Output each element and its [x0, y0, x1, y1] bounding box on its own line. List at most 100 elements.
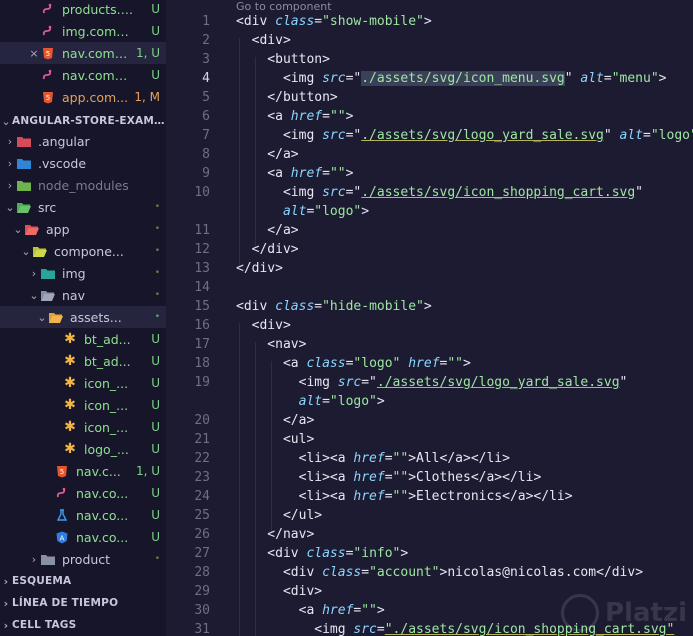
- code-token: >: [408, 489, 417, 504]
- code-line[interactable]: 8 </a>: [166, 145, 693, 164]
- code-line[interactable]: 20 </a>: [166, 411, 693, 430]
- git-status-badge: U: [151, 2, 160, 16]
- code-token: <button>: [236, 52, 330, 67]
- line-number: 20: [194, 413, 210, 428]
- code-text: <div class="show-mobile">: [236, 12, 432, 31]
- explorer-item[interactable]: ⌄ assets... •: [0, 306, 166, 328]
- code-line[interactable]: 21 <ul>: [166, 430, 693, 449]
- code-token: </a>: [236, 223, 299, 238]
- explorer-item[interactable]: × 5 nav.comp... 1, U: [0, 42, 166, 64]
- code-line[interactable]: 12 </div>: [166, 240, 693, 259]
- code-line[interactable]: alt="logo">: [166, 392, 693, 411]
- code-text: <div>: [236, 31, 291, 50]
- code-line[interactable]: 9 <a href="">: [166, 164, 693, 183]
- code-line[interactable]: 27 <div class="info">: [166, 544, 693, 563]
- explorer-item[interactable]: ⌄ nav •: [0, 284, 166, 306]
- section-timeline-label: LÍNEA DE TIEMPO: [12, 597, 119, 609]
- code-line[interactable]: 7 <img src="./assets/svg/logo_yard_sale.…: [166, 126, 693, 145]
- code-line[interactable]: 6 <a href="">: [166, 107, 693, 126]
- explorer-item[interactable]: › .angular: [0, 130, 166, 152]
- code-token: href: [322, 603, 354, 618]
- explorer-item[interactable]: ✱ bt_ad... U: [0, 328, 166, 350]
- code-text: <a href="">: [236, 601, 385, 620]
- code-line[interactable]: 4 <img src="./assets/svg/icon_menu.svg" …: [166, 69, 693, 88]
- code-line[interactable]: 23 <li><a href="">Clothes</a></li>: [166, 468, 693, 487]
- project-header[interactable]: ⌄ ANGULAR-STORE-EXAMPLE: [0, 110, 166, 132]
- code-token: </nav>: [236, 527, 315, 542]
- code-token: "info": [353, 546, 401, 561]
- code-line[interactable]: 5 </button>: [166, 88, 693, 107]
- line-number: 14: [194, 280, 210, 295]
- explorer-item[interactable]: ⌄ app •: [0, 218, 166, 240]
- explorer-item[interactable]: 5 app.com... 1, M: [0, 86, 166, 108]
- angular-file-icon: [40, 2, 56, 16]
- folder-vscode-icon: [16, 156, 32, 170]
- explorer-item[interactable]: › node_modules: [0, 174, 166, 196]
- code-line[interactable]: 18 <a class="logo" href="">: [166, 354, 693, 373]
- explorer-item[interactable]: ⌄ compone... •: [0, 240, 166, 262]
- code-line[interactable]: alt="logo">: [166, 202, 693, 221]
- code-line[interactable]: 25 </ul>: [166, 506, 693, 525]
- explorer-item-label: assets...: [70, 309, 122, 325]
- code-token: =: [384, 470, 393, 485]
- code-line[interactable]: 17 <nav>: [166, 335, 693, 354]
- explorer-item[interactable]: ✱ icon_... U: [0, 394, 166, 416]
- explorer-item-label: nav.compo...: [62, 67, 134, 83]
- explorer-item[interactable]: nav.compo... U: [0, 64, 166, 86]
- code-token: </ul>: [236, 508, 323, 523]
- code-line[interactable]: 28 <div class="account">nicolas@nicolas.…: [166, 563, 693, 582]
- section-outline[interactable]: › ESQUEMA: [0, 570, 166, 592]
- section-cell-tags[interactable]: › CELL TAGS: [0, 614, 166, 636]
- section-timeline[interactable]: › LÍNEA DE TIEMPO: [0, 592, 166, 614]
- explorer-item[interactable]: ✱ icon_... U: [0, 416, 166, 438]
- git-status-badge: •: [154, 202, 160, 212]
- explorer-item[interactable]: › product •: [0, 548, 166, 570]
- git-status-badge: U: [151, 442, 160, 456]
- line-number: 29: [194, 584, 210, 599]
- chevron-right-icon: ›: [31, 266, 37, 280]
- code-line[interactable]: 24 <li><a href="">Electronics</a></li>: [166, 487, 693, 506]
- explorer-item[interactable]: Anav.co... U: [0, 526, 166, 548]
- code-text: </a>: [236, 221, 299, 240]
- code-token: href: [408, 356, 440, 371]
- git-status-badge: U: [151, 508, 160, 522]
- code-text: </a>: [236, 411, 314, 430]
- explorer-item[interactable]: img.compo... U: [0, 20, 166, 42]
- explorer-item[interactable]: nav.co... U: [0, 504, 166, 526]
- explorer-item[interactable]: nav.co... U: [0, 482, 166, 504]
- code-text: alt="logo">: [236, 202, 369, 221]
- code-line[interactable]: 11 </a>: [166, 221, 693, 240]
- code-token: Electronics: [416, 489, 503, 504]
- code-text: <li><a href="">All</a></li>: [236, 449, 510, 468]
- code-line[interactable]: 15 <div class="hide-mobile">: [166, 297, 693, 316]
- explorer-item[interactable]: ✱ icon_... U: [0, 372, 166, 394]
- explorer-item[interactable]: products.c... U: [0, 0, 166, 20]
- explorer-item-label: src: [38, 199, 57, 215]
- explorer-item[interactable]: › .vscode: [0, 152, 166, 174]
- code-line[interactable]: 2 <div>: [166, 31, 693, 50]
- code-line[interactable]: 3 <button>: [166, 50, 693, 69]
- explorer-item[interactable]: › img •: [0, 262, 166, 284]
- explorer-item[interactable]: ✱ bt_ad... U: [0, 350, 166, 372]
- code-line[interactable]: 14: [166, 278, 693, 297]
- code-editor[interactable]: Go to component 1 <div class="show-mobile…: [166, 0, 693, 636]
- code-line[interactable]: 1 <div class="show-mobile">: [166, 12, 693, 31]
- code-line[interactable]: 16 <div>: [166, 316, 693, 335]
- code-token: "": [392, 451, 409, 466]
- code-token: <a: [236, 109, 291, 124]
- close-icon[interactable]: ×: [28, 47, 40, 60]
- git-status-badge: •: [154, 312, 160, 322]
- code-line[interactable]: 10 <img src="./assets/svg/icon_shopping_…: [166, 183, 693, 202]
- line-number: 28: [194, 565, 210, 580]
- explorer-item[interactable]: 5 nav.c... 1, U: [0, 460, 166, 482]
- code-line[interactable]: 13 </div>: [166, 259, 693, 278]
- code-token: =: [361, 565, 370, 580]
- code-line[interactable]: 19 <img src="./assets/svg/logo_yard_sale…: [166, 373, 693, 392]
- code-text: <img src="./assets/svg/logo_yard_sale.sv…: [236, 373, 628, 392]
- explorer-item[interactable]: ✱ logo_... U: [0, 438, 166, 460]
- code-token: =: [384, 489, 393, 504]
- code-line[interactable]: 26 </nav>: [166, 525, 693, 544]
- explorer-item[interactable]: ⌄ src •: [0, 196, 166, 218]
- explorer-item-label: nav.co...: [76, 507, 129, 523]
- code-line[interactable]: 22 <li><a href="">All</a></li>: [166, 449, 693, 468]
